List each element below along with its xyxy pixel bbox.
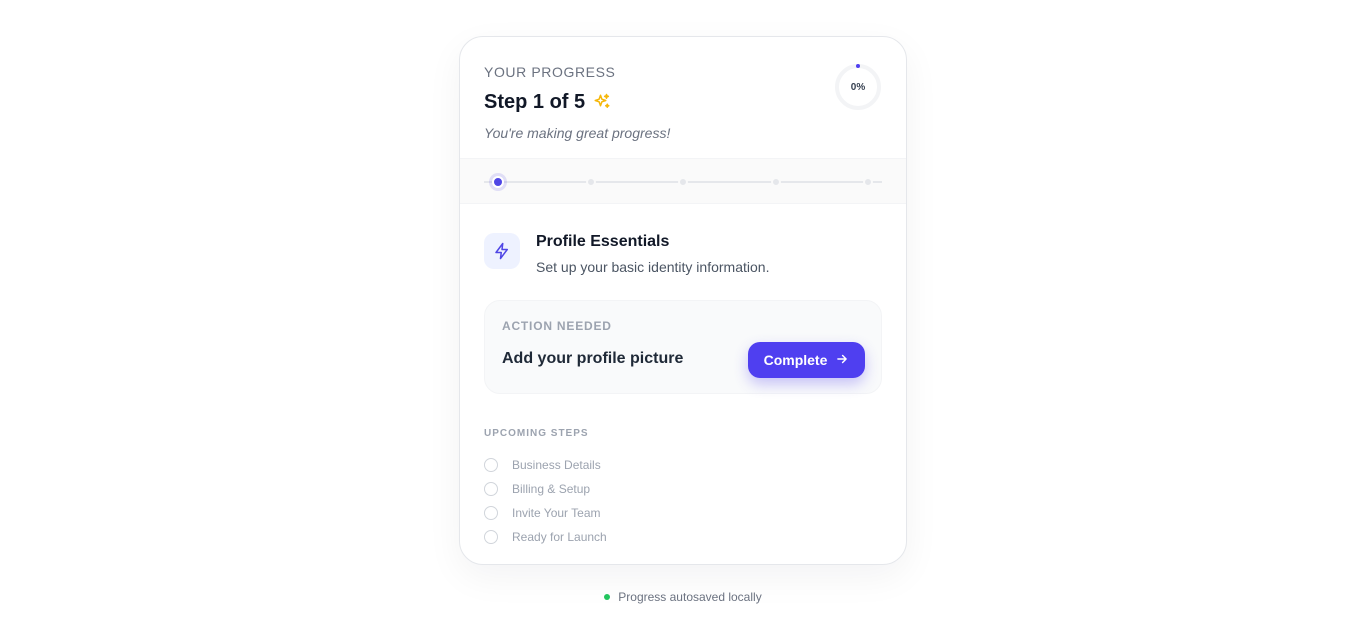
step-dot [492,176,504,188]
empty-circle-icon [484,506,498,520]
empty-circle-icon [484,530,498,544]
upcoming-item-label: Ready for Launch [512,530,607,544]
upcoming-item: Billing & Setup [484,477,882,501]
upcoming-item-label: Invite Your Team [512,506,601,520]
step-title-text: Step 1 of 5 [484,91,586,113]
lightning-bolt-icon [484,233,520,269]
upcoming-item: Business Details [484,453,882,477]
empty-circle-icon [484,458,498,472]
step-dot [585,177,596,187]
autosave-text: Progress autosaved locally [618,590,762,604]
action-text: Add your profile picture [502,350,684,367]
autosave-status: Progress autosaved locally [0,590,1366,604]
upcoming-item: Ready for Launch [484,525,882,549]
progress-subtitle: You're making great progress! [484,125,671,141]
progress-percent: 0% [850,81,866,93]
complete-button[interactable]: Complete [748,342,865,378]
action-label: ACTION NEEDED [502,319,612,333]
step-description: Set up your basic identity information. [536,259,770,275]
step-dot [863,177,873,187]
progress-ring: 0% [834,63,882,111]
empty-circle-icon [484,482,498,496]
onboarding-card: YOUR PROGRESS Step 1 of 5 You're making … [459,36,907,565]
upcoming-item: Invite Your Team [484,501,882,525]
step-header: Profile Essentials Set up your basic ide… [484,204,882,300]
status-dot-icon [604,594,611,600]
step-track [460,158,906,204]
upcoming-item-label: Business Details [512,458,601,472]
step-dot [678,177,688,187]
upcoming-list: Business Details Billing & Setup Invite … [484,453,882,549]
upcoming-title: UPCOMING STEPS [484,428,589,439]
progress-header: YOUR PROGRESS Step 1 of 5 You're making … [460,37,906,158]
eyebrow-label: YOUR PROGRESS [484,64,616,80]
step-dot [770,177,781,187]
arrow-right-icon [835,352,849,369]
sparkle-icon [593,93,611,111]
current-step-section: Profile Essentials Set up your basic ide… [460,204,906,549]
complete-button-label: Complete [763,352,828,368]
upcoming-steps: UPCOMING STEPS Business Details Billing … [484,428,882,549]
step-title: Step 1 of 5 [484,90,882,114]
step-name: Profile Essentials [536,233,670,250]
upcoming-item-label: Billing & Setup [512,482,591,496]
action-needed-box: ACTION NEEDED Add your profile picture C… [484,300,882,394]
